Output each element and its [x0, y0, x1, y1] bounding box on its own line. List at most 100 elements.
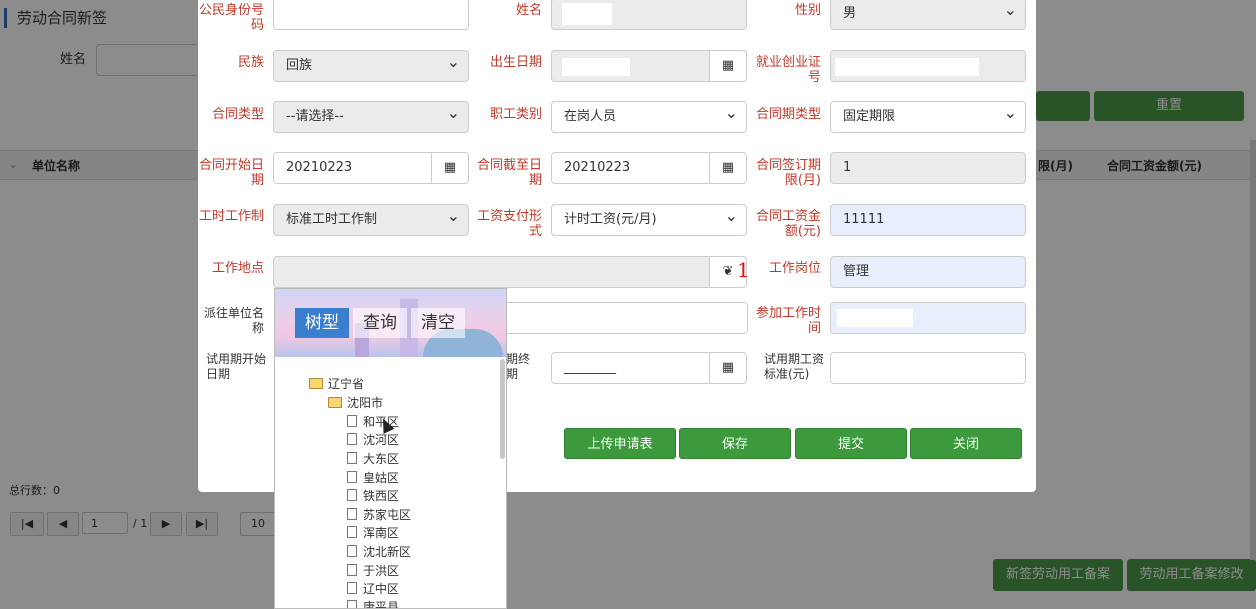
dispatch-unit-input[interactable]: [498, 302, 748, 334]
contract-type-select[interactable]: --请选择--: [273, 98, 469, 133]
district-label: 沈河区: [363, 433, 400, 447]
staff-category-label: 职工类别: [489, 107, 542, 122]
work-post-label: 工作岗位: [768, 261, 821, 276]
contract-months-label: 合同签订期限(月): [755, 158, 821, 188]
work-place-label: 工作地点: [211, 261, 264, 276]
name-redaction: [562, 3, 612, 25]
calendar-icon[interactable]: ▦: [431, 153, 468, 183]
id-label: 公民身份号码: [198, 3, 264, 33]
id-input[interactable]: [273, 0, 469, 30]
district-label: 铁西区: [363, 489, 400, 503]
save-button[interactable]: 保存: [679, 428, 791, 459]
marker-1: 1: [737, 258, 750, 282]
probation-end-label: 期终期: [506, 352, 531, 381]
name-label: 姓名: [515, 3, 542, 18]
district-label: 康平县: [363, 600, 400, 609]
tree-scrollbar[interactable]: [500, 359, 505, 459]
employment-cert-input[interactable]: [830, 50, 1026, 82]
gender-select[interactable]: 男: [830, 0, 1026, 30]
tree-node-province[interactable]: 辽宁省: [309, 375, 364, 392]
contract-end-input[interactable]: 20210223 ▦: [551, 152, 747, 184]
tree-banner: 树型 查询 清空: [275, 289, 506, 357]
staff-category-select[interactable]: 在岗人员: [551, 98, 747, 133]
document-icon: [347, 452, 357, 464]
contract-start-label: 合同开始日期: [198, 158, 264, 188]
contract-start-input[interactable]: 20210223 ▦: [273, 152, 469, 184]
join-work-redaction: [837, 309, 913, 327]
tree-node-district[interactable]: 沈河区: [347, 431, 399, 448]
document-icon: [347, 526, 357, 538]
wage-amount-input[interactable]: 11111: [830, 204, 1026, 236]
ethnicity-select[interactable]: 回族: [273, 47, 469, 82]
contract-end-value: 20210223: [564, 160, 631, 175]
close-button[interactable]: 关闭: [910, 428, 1022, 459]
tab-clear[interactable]: 清空: [411, 308, 465, 338]
join-work-input[interactable]: [830, 302, 1026, 334]
join-work-label: 参加工作时间: [755, 306, 821, 336]
document-icon: [347, 564, 357, 576]
folder-open-icon: [328, 397, 342, 408]
tree-node-district[interactable]: 皇姑区: [347, 469, 399, 486]
document-icon: [347, 545, 357, 557]
probation-start-label: 试用期开始日期: [206, 352, 267, 381]
tab-search[interactable]: 查询: [353, 308, 407, 338]
contract-end-label: 合同截至日期: [476, 158, 542, 188]
province-label: 辽宁省: [328, 377, 365, 391]
district-label: 辽中区: [363, 582, 400, 596]
work-hours-select[interactable]: 标准工时工作制: [273, 201, 469, 236]
gender-label: 性别: [794, 3, 821, 18]
document-icon: [347, 489, 357, 501]
wage-pay-select[interactable]: 计时工资(元/月): [551, 201, 747, 236]
tab-tree[interactable]: 树型: [295, 308, 349, 338]
tree-node-city[interactable]: 沈阳市: [328, 394, 383, 411]
contract-type-label: 合同类型: [211, 107, 264, 122]
dispatch-unit-label: 派往单位名称: [203, 306, 264, 335]
probation-wage-input[interactable]: [830, 352, 1026, 384]
cert-redaction: [835, 58, 979, 76]
region-tree-popup: 树型 查询 清空 辽宁省 沈阳市 和平区 沈河区 大东区 皇姑区 铁西区 苏家屯…: [274, 288, 507, 609]
tree-node-district[interactable]: 铁西区: [347, 487, 399, 504]
employment-cert-label: 就业创业证号: [755, 55, 821, 85]
district-label: 于洪区: [363, 564, 400, 578]
birth-input[interactable]: ▦: [551, 50, 747, 82]
document-icon: [347, 582, 357, 594]
tree-node-district[interactable]: 苏家屯区: [347, 506, 411, 523]
contract-term-type-label: 合同期类型: [755, 107, 821, 122]
probation-end-value: ________: [564, 360, 616, 375]
folder-open-icon: [309, 378, 323, 389]
district-label: 苏家屯区: [363, 508, 412, 522]
work-hours-label: 工时工作制: [198, 209, 264, 224]
tree-node-district[interactable]: 大东区: [347, 450, 399, 467]
tree-node-district[interactable]: 于洪区: [347, 562, 399, 579]
ethnicity-label: 民族: [237, 55, 264, 70]
name-input[interactable]: [551, 0, 747, 30]
document-icon: [347, 600, 357, 608]
birth-label: 出生日期: [489, 55, 542, 70]
city-label: 沈阳市: [347, 396, 384, 410]
birth-redaction: [562, 58, 630, 76]
work-place-input[interactable]: ❦: [273, 256, 747, 288]
wage-amount-label: 合同工资金额(元): [755, 209, 821, 239]
submit-button[interactable]: 提交: [795, 428, 907, 459]
upload-button[interactable]: 上传申请表: [564, 428, 676, 459]
tree-node-district[interactable]: 康平县: [347, 598, 400, 609]
probation-wage-label: 试用期工资标准(元): [764, 352, 825, 381]
district-label: 沈北新区: [363, 545, 412, 559]
tree-node-district[interactable]: 浑南区: [347, 524, 399, 541]
tree-node-district[interactable]: 辽中区: [347, 580, 399, 597]
contract-term-type-select[interactable]: 固定期限: [830, 98, 1026, 133]
document-icon: [347, 415, 357, 427]
document-icon: [347, 471, 357, 483]
district-label: 浑南区: [363, 526, 400, 540]
calendar-icon[interactable]: ▦: [709, 353, 746, 383]
document-icon: [347, 508, 357, 520]
probation-end-input[interactable]: ________ ▦: [551, 352, 747, 384]
work-post-input[interactable]: 管理: [830, 256, 1026, 288]
calendar-icon[interactable]: ▦: [709, 153, 746, 183]
contract-months-input[interactable]: 1: [830, 152, 1026, 184]
contract-start-value: 20210223: [286, 160, 353, 175]
document-icon: [347, 433, 357, 445]
tree-node-district[interactable]: 沈北新区: [347, 543, 411, 560]
calendar-icon[interactable]: ▦: [709, 51, 746, 81]
wage-pay-label: 工资支付形式: [476, 209, 542, 239]
